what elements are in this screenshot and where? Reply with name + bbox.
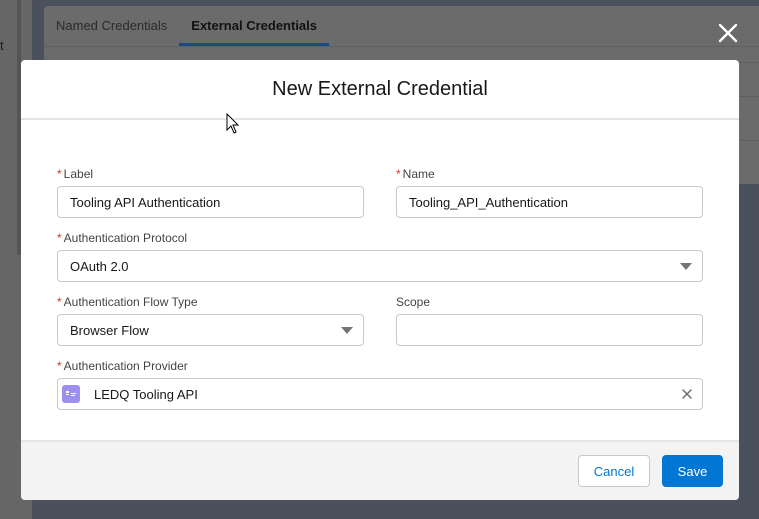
auth-flow-type-label: * Authentication Flow Type — [57, 295, 198, 309]
background-tabs: Named Credentials External Credentials — [44, 6, 759, 47]
required-marker: * — [57, 231, 62, 245]
close-icon — [682, 389, 692, 399]
auth-flow-type-field-group: * Authentication Flow Type Browser Flow — [57, 294, 364, 346]
auth-provider-lookup[interactable]: LEDQ Tooling API — [57, 378, 703, 410]
tab-external-credentials[interactable]: External Credentials — [179, 6, 329, 46]
name-input-value: Tooling_API_Authentication — [409, 194, 569, 210]
scope-field-group: Scope — [396, 294, 703, 346]
auth-protocol-value: OAuth 2.0 — [70, 258, 129, 274]
modal-header: New External Credential — [21, 60, 739, 120]
chevron-down-icon — [680, 262, 692, 270]
modal-footer: Cancel Save — [21, 440, 739, 500]
scope-label: Scope — [396, 295, 431, 309]
auth-protocol-select[interactable]: OAuth 2.0 — [57, 250, 703, 282]
auth-provider-field-group: * Authentication Provider LEDQ Tooling AP… — [57, 358, 703, 410]
auth-flow-type-select[interactable]: Browser Flow — [57, 314, 364, 346]
save-button[interactable]: Save — [662, 455, 723, 487]
tab-named-credentials[interactable]: Named Credentials — [44, 6, 179, 46]
cancel-button[interactable]: Cancel — [578, 455, 650, 487]
required-marker: * — [57, 295, 62, 309]
auth-flow-type-value: Browser Flow — [70, 322, 149, 338]
chevron-down-icon — [341, 326, 353, 334]
label-input-value: Tooling API Authentication — [70, 194, 221, 210]
auth-provider-icon — [62, 385, 80, 403]
modal-body: * Label Tooling API Authentication * Name … — [21, 120, 739, 442]
required-marker: * — [57, 359, 62, 373]
auth-provider-label: * Authentication Provider — [57, 359, 188, 373]
scope-input[interactable] — [396, 314, 703, 346]
clear-selection-button[interactable] — [680, 387, 694, 401]
auth-protocol-label: * Authentication Protocol — [57, 231, 188, 245]
mouse-cursor-icon — [226, 113, 240, 134]
auth-provider-value: LEDQ Tooling API — [94, 386, 198, 402]
name-input[interactable]: Tooling_API_Authentication — [396, 186, 703, 218]
auth-protocol-field-group: * Authentication Protocol OAuth 2.0 — [57, 230, 703, 282]
close-icon — [718, 23, 738, 43]
name-field-label: * Name — [396, 167, 435, 181]
new-external-credential-modal: New External Credential * Label Tooling A… — [21, 60, 739, 500]
required-marker: * — [57, 167, 62, 181]
name-field-group: * Name Tooling_API_Authentication — [396, 166, 703, 218]
label-field-group: * Label Tooling API Authentication — [57, 166, 364, 218]
close-modal-button[interactable] — [716, 21, 740, 45]
background-stub-text: t — [0, 38, 4, 53]
required-marker: * — [396, 167, 401, 181]
modal-title: New External Credential — [272, 77, 488, 100]
label-field-label: * Label — [57, 167, 94, 181]
label-input[interactable]: Tooling API Authentication — [57, 186, 364, 218]
